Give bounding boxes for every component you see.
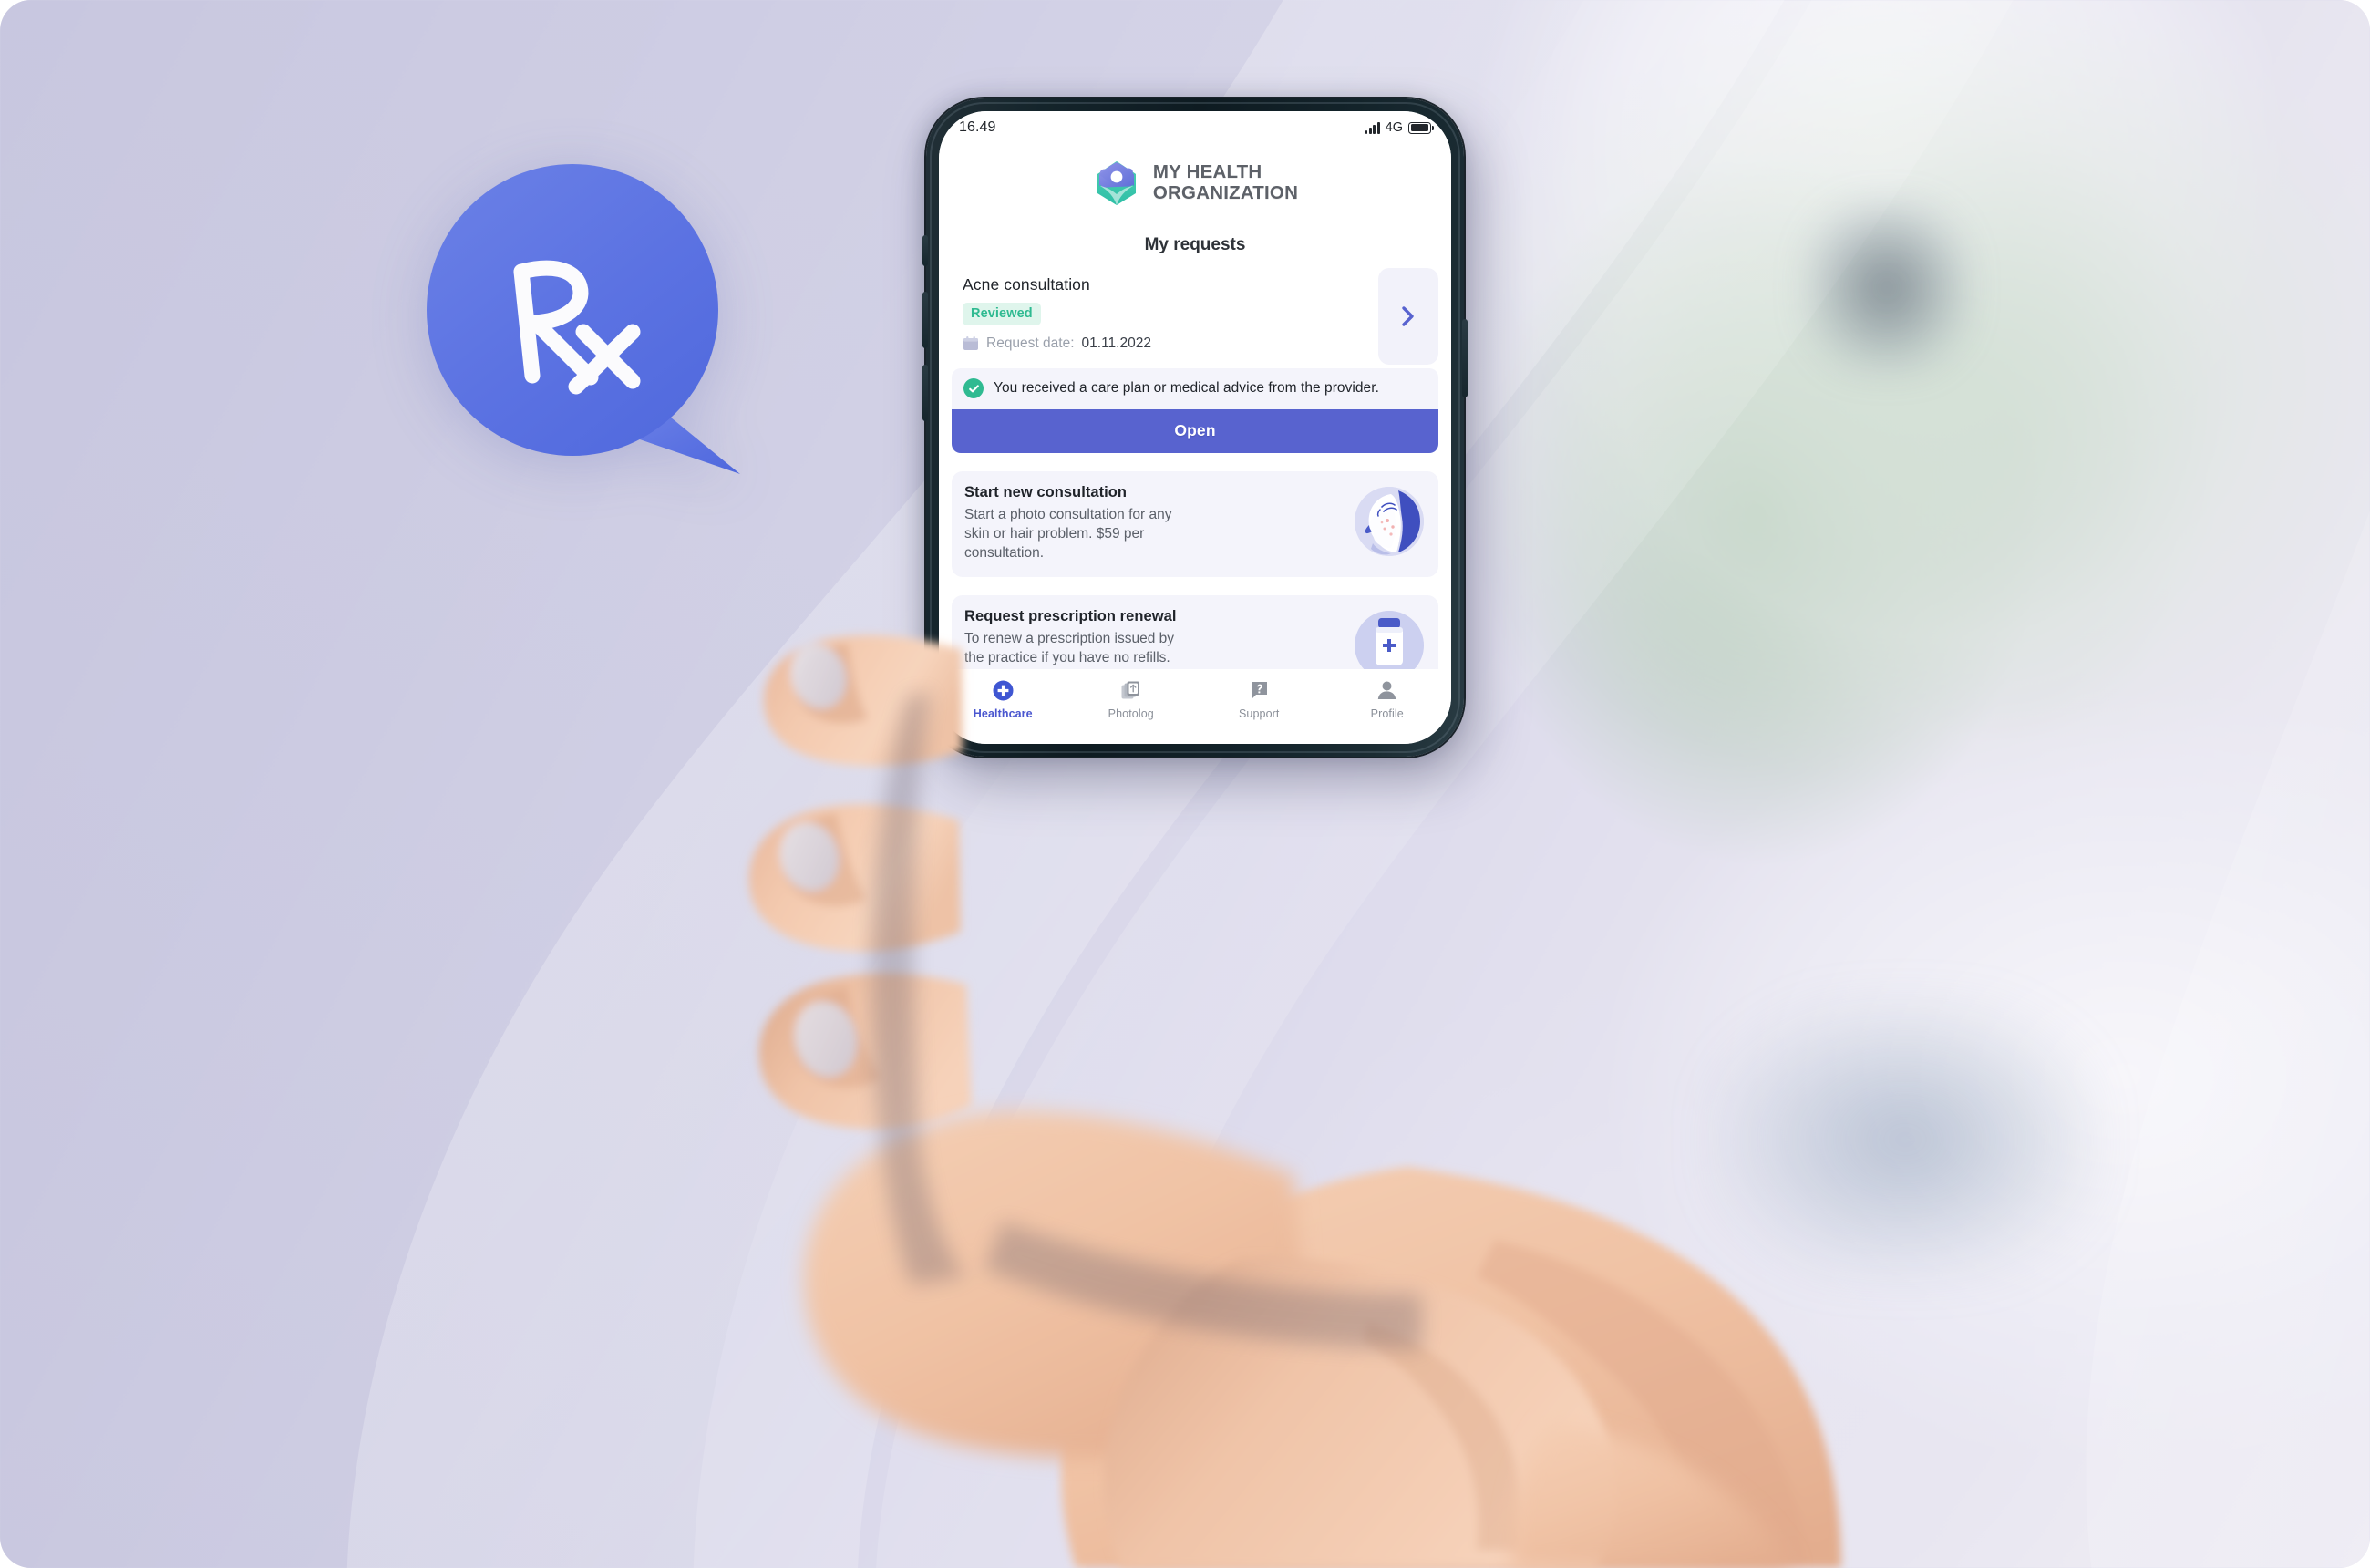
rx-speech-bubble [412,153,780,521]
volume-down-button[interactable] [922,365,928,421]
status-badge: Reviewed [963,303,1041,325]
tab-support-label: Support [1239,707,1280,720]
tab-healthcare-label: Healthcare [973,707,1033,720]
request-date-row: Request date: 01.11.2022 [963,335,1373,352]
face-profile-icon [1355,487,1424,556]
background-blur-blob-top [1805,201,1969,374]
app-header: MY HEALTH ORGANIZATION [939,144,1451,228]
request-open-chevron[interactable] [1378,268,1438,365]
tab-healthcare[interactable]: Healthcare [939,678,1067,720]
app-content: Acne consultation Reviewed Request date:… [939,268,1451,695]
background-blur-blob [1714,1003,2097,1276]
tab-profile[interactable]: Profile [1324,678,1452,720]
chevron-right-icon [1399,304,1417,328]
phone-screen: 16.49 4G MY HEALTH ORGANIZATION My reque… [939,111,1451,744]
tab-photolog[interactable]: Photolog [1067,678,1196,720]
open-button[interactable]: Open [952,409,1438,453]
request-card[interactable]: Acne consultation Reviewed Request date:… [952,268,1438,365]
smartphone: 16.49 4G MY HEALTH ORGANIZATION My reque… [922,98,1468,757]
signal-bars-icon [1365,121,1380,134]
status-indicators: 4G [1365,120,1434,135]
calendar-icon [963,335,979,352]
check-circle-icon [963,378,984,398]
photo-stack-icon [1119,678,1142,703]
care-plan-notice-text: You received a care plan or medical advi… [994,380,1379,397]
request-card-main: Acne consultation Reviewed Request date:… [952,268,1378,365]
brand-name-line1: MY HEALTH [1152,161,1262,183]
start-new-consultation-title: Start new consultation [964,484,1128,500]
question-bubble-icon [1248,678,1271,703]
page-title: My requests [939,228,1451,268]
start-new-consultation-description: Start a photo consultation for any skin … [964,507,1172,561]
bottom-tab-bar: Healthcare Photolog Support Profile [939,669,1451,744]
my-health-organization-logo-icon [1092,159,1141,208]
volume-up-button[interactable] [922,292,928,348]
power-button[interactable] [1462,319,1468,397]
screenshot-canvas: 16.49 4G MY HEALTH ORGANIZATION My reque… [0,0,2370,1568]
silent-switch[interactable] [922,235,928,266]
request-date-value: 01.11.2022 [1081,335,1151,351]
plus-circle-icon [992,678,1015,703]
status-time: 16.49 [959,119,996,135]
start-new-consultation-copy: Start new consultation Start a photo con… [964,484,1345,562]
care-plan-notice: You received a care plan or medical advi… [952,368,1438,409]
start-new-consultation-card[interactable]: Start new consultation Start a photo con… [952,471,1438,578]
brand-name: MY HEALTH ORGANIZATION [1152,161,1299,204]
tab-profile-label: Profile [1370,707,1404,720]
status-bar: 16.49 4G [939,111,1451,144]
battery-full-icon [1408,121,1434,134]
tab-photolog-label: Photolog [1108,707,1154,720]
tab-support[interactable]: Support [1195,678,1324,720]
request-date-label: Request date: [986,335,1075,351]
status-network-label: 4G [1385,120,1403,135]
request-title: Acne consultation [963,275,1090,294]
brand-name-line2: ORGANIZATION [1152,182,1299,203]
request-prescription-renewal-title: Request prescription renewal [964,608,1177,625]
person-icon [1376,678,1398,703]
